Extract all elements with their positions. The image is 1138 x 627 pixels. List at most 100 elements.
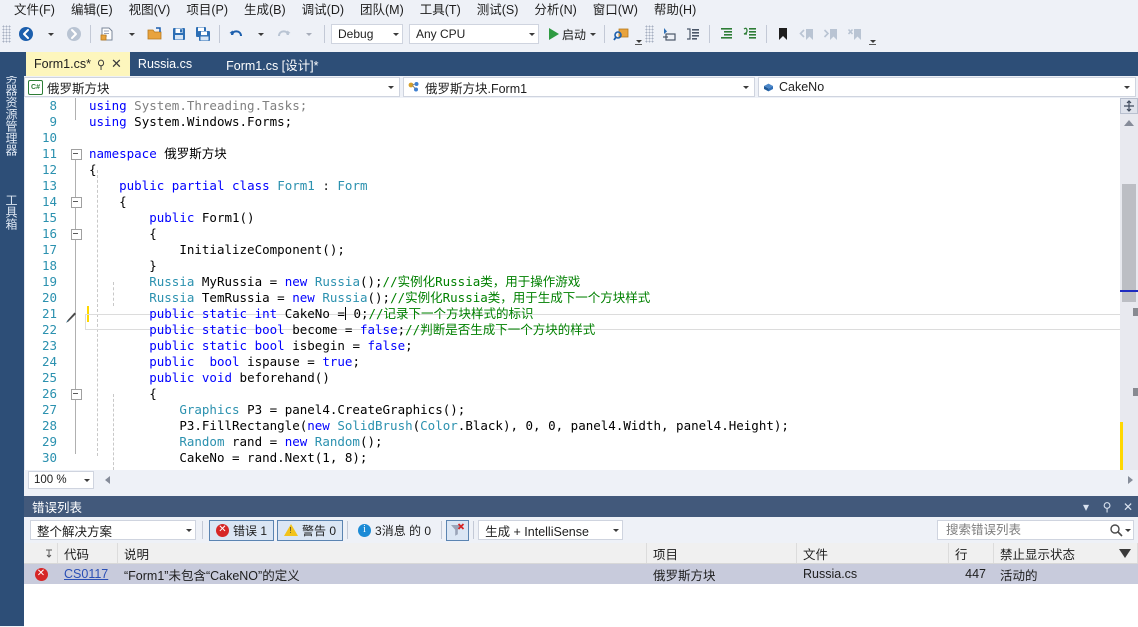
menu-item-file[interactable]: 文件(F) [6, 1, 63, 20]
navigate-back-icon[interactable] [14, 22, 38, 46]
column-header-suppression[interactable]: 禁止显示状态 [994, 543, 1138, 563]
filter-errors-toggle[interactable]: ✕ 错误 1 [209, 519, 275, 541]
navigate-back-dropdown[interactable] [38, 22, 62, 46]
filter-icon[interactable] [1119, 548, 1131, 558]
clear-bookmarks-icon[interactable] [843, 22, 867, 46]
menu-item-build[interactable]: 生成(B) [236, 1, 294, 20]
code-line[interactable]: 9 using System.Windows.Forms; [25, 114, 1138, 130]
menu-item-analyze[interactable]: 分析(N) [526, 1, 584, 20]
code-line[interactable]: 25 public void beforehand() [25, 370, 1138, 386]
code-line[interactable]: 13 public partial class Form1 : Form [25, 178, 1138, 194]
scrollbar-thumb[interactable] [1122, 184, 1136, 302]
build-intellisense-dropdown[interactable]: 生成 + IntelliSense [478, 520, 624, 540]
code-line[interactable]: 15 public Form1() [25, 210, 1138, 226]
comment-icon[interactable] [681, 22, 705, 46]
filter-messages-toggle[interactable]: i 3消息 的 0 [352, 520, 437, 541]
tab-form1-cs[interactable]: Form1.cs* ⚲ ✕ [26, 52, 130, 76]
redo-icon[interactable] [272, 22, 296, 46]
scroll-right-arrow[interactable] [1123, 472, 1138, 488]
new-item-dropdown[interactable] [119, 22, 143, 46]
column-header-code[interactable]: 代码 [58, 543, 118, 563]
menu-item-help[interactable]: 帮助(H) [646, 1, 704, 20]
code-line[interactable]: 24 public bool ispause = true; [25, 354, 1138, 370]
code-line[interactable]: 26 { [25, 386, 1138, 402]
filter-warnings-toggle[interactable]: 警告 0 [277, 519, 344, 541]
navbar-member-dropdown[interactable]: CakeNo [758, 77, 1136, 97]
column-header-file[interactable]: 文件 [797, 543, 949, 563]
code-line[interactable]: 29 Random rand = new Random(); [25, 434, 1138, 450]
navbar-class-dropdown[interactable]: 俄罗斯方块.Form1 [403, 77, 755, 97]
column-header-severity[interactable] [24, 543, 58, 563]
toolbar-overflow-button-2[interactable] [867, 23, 877, 45]
undo-dropdown[interactable] [248, 22, 272, 46]
scroll-up-arrow[interactable] [1120, 116, 1138, 130]
panel-menu-dropdown-icon[interactable]: ▾ [1080, 499, 1092, 515]
code-line[interactable]: 30 CakeNo = rand.Next(1, 8); [25, 450, 1138, 466]
navbar-project-dropdown[interactable]: C# 俄罗斯方块 [24, 77, 400, 97]
code-line[interactable]: 12 { [25, 162, 1138, 178]
code-line[interactable]: 20 Russia TemRussia = new Russia();//实例化… [25, 290, 1138, 306]
outdent-icon[interactable] [738, 22, 762, 46]
solution-platform-combo[interactable]: Any CPU [409, 24, 539, 44]
menu-item-tools[interactable]: 工具(T) [412, 1, 469, 20]
code-line[interactable]: 27 Graphics P3 = panel4.CreateGraphics()… [25, 402, 1138, 418]
pin-icon[interactable]: ⚲ [97, 57, 105, 71]
menu-item-view[interactable]: 视图(V) [121, 1, 179, 20]
tab-form1-cs-design[interactable]: Form1.cs [设计]* [200, 52, 326, 76]
search-input[interactable] [944, 522, 1109, 538]
code-editor[interactable]: 8 using System.Threading.Tasks; 9 using Sys… [24, 98, 1138, 470]
code-line[interactable]: 17 InitializeComponent(); [25, 242, 1138, 258]
menu-item-window[interactable]: 窗口(W) [585, 1, 646, 20]
save-icon[interactable] [167, 22, 191, 46]
toolbar-overflow-button[interactable] [633, 23, 643, 45]
close-icon[interactable]: ✕ [1122, 499, 1134, 515]
error-scope-dropdown[interactable]: 整个解决方案 [30, 520, 196, 540]
column-header-line[interactable]: 行 [949, 543, 994, 563]
column-header-description[interactable]: 说明 [118, 543, 647, 563]
scroll-left-arrow[interactable] [100, 472, 115, 488]
editor-vertical-scrollbar[interactable] [1120, 98, 1138, 470]
code-line[interactable]: 10 [25, 130, 1138, 146]
quick-launch-icon[interactable] [609, 22, 633, 46]
tab-russia-cs[interactable]: Russia.cs [130, 52, 200, 76]
code-line[interactable]: 21 public static int CakeNo = 0;//记录下一个方… [25, 306, 1138, 322]
open-file-icon[interactable] [143, 22, 167, 46]
menu-item-project[interactable]: 项目(P) [178, 1, 236, 20]
code-line[interactable]: 18 } [25, 258, 1138, 274]
bookmark-icon[interactable] [771, 22, 795, 46]
indent-icon[interactable] [714, 22, 738, 46]
menu-item-team[interactable]: 团队(M) [352, 1, 412, 20]
error-search-box[interactable] [937, 520, 1134, 540]
editor-horizontal-scrollbar[interactable] [100, 472, 1138, 488]
sidebar-item-toolbox[interactable]: 工具箱 [2, 188, 22, 236]
code-line[interactable]: 22 public static bool become = false;//判… [25, 322, 1138, 338]
code-line[interactable]: 16 { [25, 226, 1138, 242]
menu-item-test[interactable]: 测试(S) [469, 1, 527, 20]
code-line[interactable]: 28 P3.FillRectangle(new SolidBrush(Color… [25, 418, 1138, 434]
new-item-icon[interactable] [95, 22, 119, 46]
menu-item-debug[interactable]: 调试(D) [294, 1, 352, 20]
editor-zoom-selector[interactable]: 100 % [28, 471, 94, 489]
pin-icon[interactable]: ⚲ [1101, 499, 1113, 515]
step-icon[interactable] [657, 22, 681, 46]
code-line[interactable]: 11 namespace 俄罗斯方块 [25, 146, 1138, 162]
prev-bookmark-icon[interactable] [795, 22, 819, 46]
code-line[interactable]: 23 public static bool isbegin = false; [25, 338, 1138, 354]
code-line[interactable]: 19 Russia MyRussia = new Russia();//实例化R… [25, 274, 1138, 290]
code-line[interactable]: 14 { [25, 194, 1138, 210]
undo-icon[interactable] [224, 22, 248, 46]
toolbar-grip[interactable] [2, 25, 11, 43]
save-all-icon[interactable] [191, 22, 215, 46]
row-code-cell[interactable]: CS0117 [58, 564, 118, 584]
start-debug-button[interactable]: 启动 [545, 23, 600, 45]
clear-filters-button[interactable] [446, 519, 470, 541]
redo-dropdown[interactable] [296, 22, 320, 46]
chevron-down-icon[interactable] [1125, 528, 1131, 532]
navigate-forward-icon[interactable] [62, 22, 86, 46]
menu-item-edit[interactable]: 编辑(E) [63, 1, 121, 20]
editor-split-handle[interactable] [1120, 98, 1138, 114]
next-bookmark-icon[interactable] [819, 22, 843, 46]
table-row[interactable]: ✕ CS0117 “Form1”未包含“CakeNO”的定义 俄罗斯方块 Rus… [24, 564, 1138, 584]
error-code-link[interactable]: CS0117 [64, 567, 108, 581]
code-line[interactable]: 8 using System.Threading.Tasks; [25, 98, 1138, 114]
